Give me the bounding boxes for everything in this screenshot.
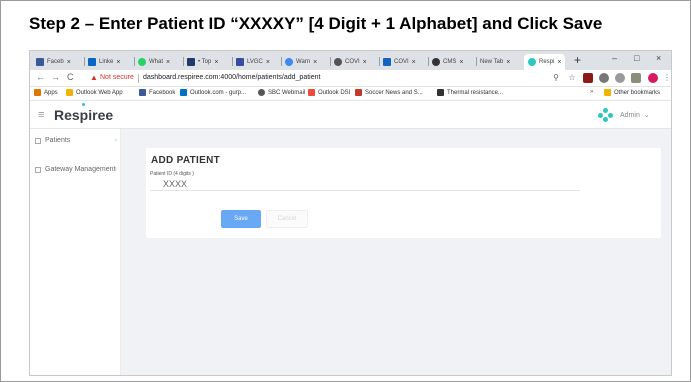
page-title: ADD PATIENT: [151, 155, 221, 166]
facebook-icon: [139, 89, 146, 96]
close-tab-icon[interactable]: ×: [557, 59, 561, 66]
respiree-icon: [528, 58, 536, 66]
close-tab-icon[interactable]: ×: [412, 59, 416, 66]
bookmark-item[interactable]: Soccer News and S...: [355, 89, 423, 96]
new-tab-button[interactable]: +: [574, 53, 581, 67]
outlook-icon: [66, 89, 73, 96]
cms-icon: [432, 58, 440, 66]
linkedin-icon: [88, 58, 96, 66]
not-secure-label[interactable]: Not secure: [100, 74, 134, 81]
browser-tab-strip: Faceb × Linke × What × • Top × LVGC × Warn × C…: [30, 51, 671, 70]
slide-frame: Step 2 – Enter Patient ID “XXXXY” [4 Dig…: [0, 0, 691, 382]
bookmark-item[interactable]: Outlook DSI: [308, 89, 350, 96]
close-tab-icon[interactable]: ×: [363, 59, 367, 66]
browser-tab[interactable]: COVI ×: [383, 54, 416, 70]
screenshot: Faceb × Linke × What × • Top × LVGC × Warn × C…: [29, 50, 672, 376]
hamburger-menu-icon[interactable]: ≡: [38, 109, 44, 121]
close-tab-icon[interactable]: ×: [459, 59, 463, 66]
address-bar: ← → C ▲ Not secure dashboard.respiree.co…: [30, 70, 671, 87]
wikipedia-icon: [437, 89, 444, 96]
browser-tab[interactable]: Faceb ×: [36, 54, 71, 70]
whatsapp-icon: [138, 58, 146, 66]
browser-tab[interactable]: LVGC ×: [236, 54, 270, 70]
extension-icon[interactable]: [615, 73, 625, 83]
pdf-extension-icon[interactable]: [583, 73, 593, 83]
bookmark-item[interactable]: Facebook: [139, 89, 175, 96]
slide-title: Step 2 – Enter Patient ID “XXXXY” [4 Dig…: [29, 14, 603, 33]
close-tab-icon[interactable]: ×: [506, 59, 510, 66]
back-arrow-icon[interactable]: ←: [36, 72, 45, 82]
chevron-down-icon: ⌄: [643, 112, 650, 119]
chevron-right-icon: ›: [114, 166, 117, 173]
close-tab-icon[interactable]: ×: [214, 59, 218, 66]
bookmark-item[interactable]: Outlook.com - gurp...: [180, 89, 246, 96]
google-icon: [285, 58, 293, 66]
close-tab-icon[interactable]: ×: [313, 59, 317, 66]
extension-icon[interactable]: [631, 73, 641, 83]
close-tab-icon[interactable]: ×: [67, 59, 71, 66]
browser-tab[interactable]: Linke ×: [88, 54, 120, 70]
facebook-icon: [36, 58, 44, 66]
browser-tab[interactable]: CMS ×: [432, 54, 463, 70]
patient-id-input[interactable]: [150, 178, 580, 191]
respiree-logo-icon: [598, 108, 614, 122]
sidebar-item-patients[interactable]: Patients ›: [35, 137, 117, 144]
other-bookmarks[interactable]: Other bookmarks: [604, 89, 660, 96]
news-icon: [187, 58, 195, 66]
save-button[interactable]: Save: [221, 210, 261, 228]
bookmark-item[interactable]: Outlook Web App: [66, 89, 123, 96]
zoom-icon[interactable]: ⚲: [551, 73, 561, 83]
soccer-news-icon: [355, 89, 362, 96]
browser-tab[interactable]: COVI ×: [334, 54, 367, 70]
bookmarks-more-icon[interactable]: »: [590, 89, 593, 95]
close-tab-icon[interactable]: ×: [166, 59, 170, 66]
outlook-icon: [180, 89, 187, 96]
browser-tab[interactable]: • Top ×: [187, 54, 218, 70]
warning-icon: ▲: [90, 73, 98, 82]
bookmark-apps[interactable]: Apps: [34, 89, 58, 96]
extension-icon[interactable]: [599, 73, 609, 83]
browser-tab-active[interactable]: Respi ×: [524, 54, 566, 70]
bookmarks-bar: Apps Outlook Web App Facebook Outlook.co…: [30, 87, 671, 101]
globe-icon: [334, 58, 342, 66]
profile-avatar[interactable]: [648, 73, 658, 83]
chevron-right-icon: ›: [114, 137, 117, 144]
globe-icon: [258, 89, 265, 96]
browser-tab[interactable]: New Tab ×: [480, 54, 510, 70]
star-icon[interactable]: ☆: [567, 73, 577, 83]
site-icon: [236, 58, 244, 66]
patients-icon: [35, 137, 41, 144]
brand-logo: Respiree: [54, 107, 114, 123]
apps-grid-icon: [34, 89, 41, 96]
patient-id-label: Patient ID (4 digits ): [150, 171, 194, 177]
cancel-button[interactable]: Cancel: [266, 210, 308, 228]
bookmark-item[interactable]: Thermal resistance...: [437, 89, 503, 96]
gateway-icon: [35, 166, 41, 173]
app-header: ≡ Respiree Admin ⌄: [30, 101, 671, 129]
close-tab-icon[interactable]: ×: [266, 59, 270, 66]
sidebar-item-gateway-management[interactable]: Gateway Management ›: [35, 166, 117, 173]
url-input[interactable]: dashboard.respiree.com:4000/home/patient…: [143, 74, 320, 81]
outlook-icon: [308, 89, 315, 96]
browser-tab[interactable]: Warn ×: [285, 54, 317, 70]
close-tab-icon[interactable]: ×: [116, 59, 120, 66]
reload-icon[interactable]: C: [67, 72, 74, 82]
maximize-button[interactable]: □: [634, 53, 639, 63]
site-icon: [383, 58, 391, 66]
menu-icon[interactable]: ⋮: [662, 73, 671, 83]
close-window-button[interactable]: ×: [656, 53, 661, 63]
folder-icon: [604, 89, 611, 96]
forward-arrow-icon[interactable]: →: [51, 72, 60, 82]
browser-tab[interactable]: What ×: [138, 54, 170, 70]
sidebar: Patients › Gateway Management ›: [30, 129, 121, 375]
bookmark-item[interactable]: SBC Webmail: [258, 89, 305, 96]
user-menu[interactable]: Admin ⌄: [620, 111, 650, 119]
add-patient-card: ADD PATIENT Patient ID (4 digits ) Save …: [146, 148, 661, 238]
minimize-button[interactable]: –: [612, 53, 617, 63]
brand-dot-icon: [82, 103, 85, 106]
